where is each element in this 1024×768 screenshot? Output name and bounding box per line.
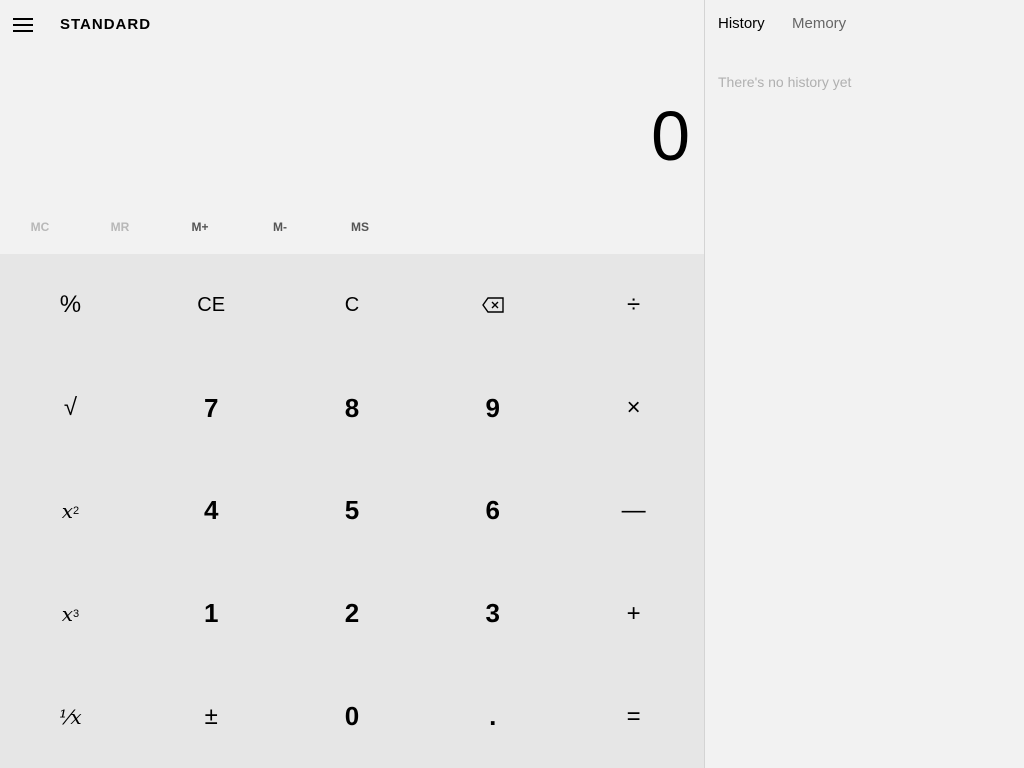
history-empty-message: There's no history yet — [718, 74, 852, 90]
memory-add-button[interactable]: M+ — [160, 220, 240, 234]
digit-5-button[interactable]: 5 — [282, 460, 423, 563]
digit-2-button[interactable]: 2 — [282, 562, 423, 665]
reciprocal-label: ¹⁄x — [59, 704, 82, 729]
memory-subtract-button[interactable]: M- — [240, 220, 320, 234]
backspace-button[interactable] — [422, 254, 563, 357]
memory-clear-button[interactable]: MC — [0, 220, 80, 234]
negate-button[interactable]: ± — [141, 665, 282, 768]
tab-memory[interactable]: Memory — [792, 15, 846, 32]
subtract-button[interactable]: — — [563, 460, 704, 563]
mode-title: STANDARD — [60, 16, 152, 33]
cube-button[interactable]: x3 — [0, 562, 141, 665]
header: STANDARD — [0, 0, 704, 50]
digit-8-button[interactable]: 8 — [282, 357, 423, 460]
memory-recall-button[interactable]: MR — [80, 220, 160, 234]
result-display: 0 — [651, 97, 690, 175]
square-base: x — [61, 498, 73, 523]
square-exponent: 2 — [72, 504, 80, 517]
digit-9-button[interactable]: 9 — [422, 357, 563, 460]
multiply-button[interactable]: × — [563, 357, 704, 460]
square-button[interactable]: x2 — [0, 460, 141, 563]
digit-3-button[interactable]: 3 — [422, 562, 563, 665]
clear-button[interactable]: C — [282, 254, 423, 357]
clear-entry-button[interactable]: CE — [141, 254, 282, 357]
calculator-app: STANDARD 0 MC MR M+ M- MS % CE C ÷ √ 7 8… — [0, 0, 1024, 768]
digit-6-button[interactable]: 6 — [422, 460, 563, 563]
tab-history[interactable]: History — [718, 15, 765, 32]
digit-4-button[interactable]: 4 — [141, 460, 282, 563]
percent-button[interactable]: % — [0, 254, 141, 357]
keypad: % CE C ÷ √ 7 8 9 × x2 4 5 6 — x 3 1 2 3 … — [0, 254, 704, 768]
divide-button[interactable]: ÷ — [563, 254, 704, 357]
memory-store-button[interactable]: MS — [320, 220, 400, 234]
hamburger-menu-icon[interactable] — [8, 10, 38, 40]
digit-0-button[interactable]: 0 — [282, 665, 423, 768]
backspace-icon — [481, 297, 504, 314]
cube-exponent: 3 — [72, 607, 80, 620]
cube-base: x — [61, 601, 73, 626]
memory-row: MC MR M+ M- MS — [0, 210, 704, 246]
square-root-button[interactable]: √ — [0, 357, 141, 460]
calculator-pane: STANDARD 0 MC MR M+ M- MS % CE C ÷ √ 7 8… — [0, 0, 704, 768]
history-panel: History Memory There's no history yet — [704, 0, 1024, 768]
digit-1-button[interactable]: 1 — [141, 562, 282, 665]
digit-7-button[interactable]: 7 — [141, 357, 282, 460]
reciprocal-button[interactable]: ¹⁄x — [0, 665, 141, 768]
add-button[interactable]: + — [563, 562, 704, 665]
equals-button[interactable]: = — [563, 665, 704, 768]
decimal-button[interactable]: . — [422, 665, 563, 768]
